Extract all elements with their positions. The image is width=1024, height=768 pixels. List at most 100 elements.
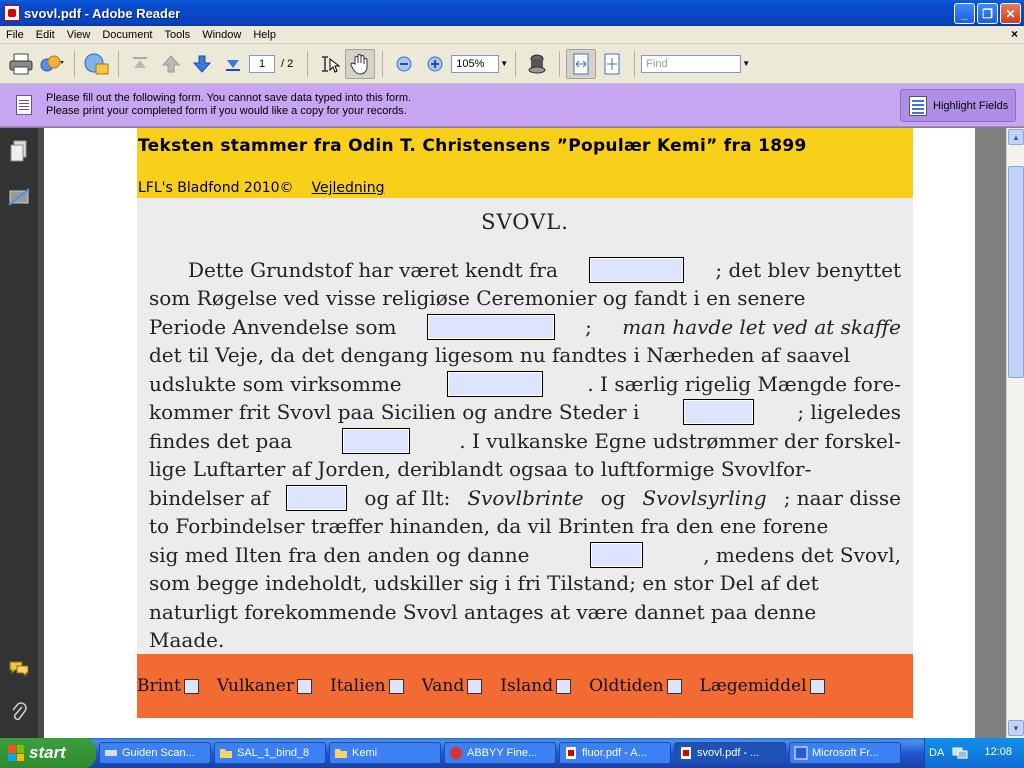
snapshot-button[interactable] [522,49,552,79]
option-label: Vand [421,676,465,696]
text-line: Periode Anvendelse som ; man havde let v… [149,313,901,341]
text-fragment: ; [585,315,592,339]
option-checkbox[interactable] [666,678,682,694]
chevron-down-icon[interactable]: ▼ [741,59,751,68]
blank-field-7[interactable] [589,542,643,568]
windows-logo-icon [8,745,24,761]
form-message-line1: Please fill out the following form. You … [46,92,412,104]
option-checkbox[interactable] [183,678,199,694]
option-label: Brint [137,676,181,696]
task-kemi-folder[interactable]: Kemi [329,742,441,764]
task-svovl-pdf[interactable]: svovl.pdf - ... [674,742,786,764]
pdf-icon [681,747,691,759]
guide-link[interactable]: Vejledning [312,180,385,196]
copyright-line: LFL's Bladfond 2010© Vejledning [138,180,384,196]
toolbar-separator [118,50,119,77]
task-sal-folder[interactable]: SAL_1_bind_8 [214,742,326,764]
maximize-button[interactable]: ❐ [977,3,998,24]
menu-help[interactable]: Help [247,29,282,41]
zoom-out-button[interactable] [389,49,419,79]
find-input[interactable]: Find [641,54,742,73]
copyright-text: LFL's Bladfond 2010© [138,180,294,196]
page-number-input[interactable]: 1 [249,54,275,73]
blank-field-2[interactable] [426,314,555,340]
save-copy-button[interactable] [37,49,67,79]
page-total: / 2 [281,57,294,70]
option-checkbox[interactable] [467,678,483,694]
hand-tool-button[interactable] [345,48,376,79]
document-close-icon[interactable]: × [1011,27,1018,41]
minimize-button[interactable]: _ [954,3,975,24]
vertical-scrollbar[interactable]: ▲ ▼ [1006,128,1024,738]
previous-page-button[interactable] [156,49,186,79]
blank-field-4[interactable] [682,399,754,425]
menu-bar: File Edit View Document Tools Window Hel… [0,26,1024,44]
pages-icon[interactable] [8,140,30,162]
first-page-button[interactable] [125,49,155,79]
highlight-fields-button[interactable]: Highlight Fields [900,89,1016,122]
text-fragment: bindelser af [149,486,270,510]
option-checkbox[interactable] [297,678,312,694]
task-label: SAL_1_bind_8 [237,747,310,759]
print-button[interactable] [6,49,36,79]
hand-icon [350,53,368,75]
language-indicator[interactable]: DA [929,747,944,759]
task-label: fluor.pdf - A... [582,747,647,759]
menu-view[interactable]: View [61,29,97,41]
scroll-thumb[interactable] [1008,166,1024,378]
scroll-up-button[interactable]: ▲ [1008,129,1024,145]
zoom-in-button[interactable] [420,49,450,79]
fit-width-button[interactable] [566,48,597,79]
toolbar-separator [515,50,517,77]
printer-icon [9,53,33,74]
task-label: Kemi [352,747,378,759]
text-line: sig med Ilten fra den anden og danne , m… [149,541,901,569]
close-button[interactable]: ✕ [1000,3,1021,24]
menu-edit[interactable]: Edit [30,29,61,41]
answer-options-bar: Brint Vulkaner Italien Vand Island Oldti… [137,654,913,718]
start-button[interactable]: start [0,738,96,768]
window-title: svovl.pdf - Adobe Reader [24,5,181,21]
task-abbyy[interactable]: ABBYY Fine... [444,742,556,764]
option-checkbox[interactable] [556,678,572,694]
task-fluor-pdf[interactable]: fluor.pdf - A... [559,742,671,764]
option-checkbox[interactable] [809,678,825,694]
blank-field-3[interactable] [446,371,543,397]
blank-field-6[interactable] [286,485,348,511]
fit-width-icon [573,53,589,74]
menu-document[interactable]: Document [96,29,158,41]
blank-field-1[interactable] [589,257,685,283]
attachments-icon[interactable] [8,702,30,724]
system-tray: DA 12:08 [924,738,1024,768]
menu-tools[interactable]: Tools [159,29,197,41]
signatures-icon[interactable] [8,186,30,208]
answer-options: Brint Vulkaner Italien Vand Island Oldti… [137,676,843,696]
text-line: Dette Grundstof har været kendt fra ; de… [188,256,901,284]
blank-field-5[interactable] [341,428,410,454]
option-brint: Brint [137,676,199,696]
toolbar: 1 / 2 105% ▼ Find ▼ [0,44,1024,84]
comments-icon[interactable] [8,658,30,680]
fit-page-button[interactable] [597,49,627,79]
scanned-text-area: SVOVL. Dette Grundstof har været kendt f… [137,198,913,654]
task-guiden-scan[interactable]: Guiden Scan... [99,742,211,764]
zoom-level-select[interactable]: 105% [451,54,500,73]
text-fragment: Periode Anvendelse som [149,315,397,339]
arrow-up-icon [161,54,181,72]
text-fragment: Dette Grundstof har været kendt fra [188,258,558,282]
option-checkbox[interactable] [388,678,404,694]
last-page-button[interactable] [218,49,248,79]
option-label: Island [500,676,554,696]
scroll-down-button[interactable]: ▼ [1008,720,1024,736]
task-label: Guiden Scan... [122,747,195,759]
email-button[interactable] [81,49,111,79]
task-microsoft[interactable]: Microsoft Fr... [789,742,901,764]
next-page-button[interactable] [187,49,217,79]
menu-window[interactable]: Window [196,29,247,41]
toolbar-separator [634,50,636,77]
menu-file[interactable]: File [0,29,30,41]
toolbar-separator [74,50,75,77]
network-icon[interactable] [952,746,968,760]
select-tool-button[interactable] [314,49,344,79]
chevron-down-icon[interactable]: ▼ [499,59,509,68]
